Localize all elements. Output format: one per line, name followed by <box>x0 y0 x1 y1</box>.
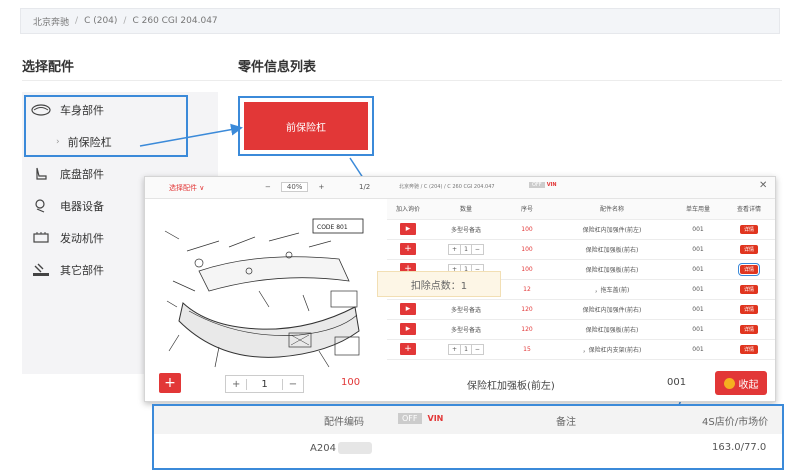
table-row[interactable]: ▸ 多型号备选 120 保险杠加强板(前右) 001 详情 <box>387 319 775 340</box>
column-header: 单车用量 <box>673 199 723 220</box>
usage-cell: 001 <box>673 319 723 340</box>
usage-cell: 001 <box>673 279 723 300</box>
part-name-cell: 保险杠内加强件(前右) <box>551 299 673 320</box>
seq-cell: 15 <box>503 339 551 360</box>
seq-cell: 100 <box>503 239 551 260</box>
table-row[interactable]: ▸ 多型号备选 120 保险杠内加强件(前右) 001 详情 <box>387 299 775 320</box>
part-name-cell: ，保险杠内支架(前右) <box>551 339 673 360</box>
column-header: 数量 <box>429 199 503 220</box>
seq-cell: 100 <box>503 219 551 240</box>
usage-cell: 001 <box>673 259 723 280</box>
seq-cell: 120 <box>503 299 551 320</box>
part-name-cell: 保险杠内加强件(前左) <box>551 219 673 240</box>
qty-cell: 多型号备选 <box>429 299 503 320</box>
quantity-stepper[interactable]: +1− <box>448 343 484 355</box>
detail-button[interactable]: 详情 <box>739 284 758 294</box>
decrease-button[interactable]: + <box>226 379 246 390</box>
usage-cell: 001 <box>673 299 723 320</box>
part-code-value: A204 <box>310 442 372 454</box>
usage-cell: 001 <box>673 339 723 360</box>
detail-button[interactable]: 详情 <box>739 324 758 334</box>
play-icon[interactable]: ▸ <box>400 323 416 335</box>
part-code-text: A204 <box>310 442 336 454</box>
toggle-off-label: OFF <box>398 413 422 424</box>
toggle-off-label: OFF <box>529 182 545 188</box>
panel-header <box>154 406 782 434</box>
part-detail-panel: 配件编码 OFF VIN 备注 4S店价/市场价 A204 163.0/77.0 <box>152 404 784 470</box>
quantity-stepper[interactable]: + 1 − <box>225 375 305 393</box>
price-value: 163.0/77.0 <box>712 442 767 453</box>
column-header: 查看详情 <box>723 199 775 220</box>
zoom-in-button[interactable]: + <box>318 183 324 191</box>
zoom-level[interactable]: 40% <box>280 182 309 192</box>
column-header: 加入询价 <box>387 199 429 220</box>
table-row[interactable]: ▸ 多型号备选 100 保险杠内加强件(前左) 001 详情 <box>387 219 775 240</box>
diagram-code-label: CODE 801 <box>317 224 348 231</box>
play-icon[interactable]: ▸ <box>400 223 416 235</box>
seq-cell: 120 <box>503 319 551 340</box>
table-row[interactable]: + +1− 100 保险杠加强板(前右) 001 详情 <box>387 239 775 260</box>
redacted-block <box>337 442 372 454</box>
part-name-cell: 保险杠加强板(前右) <box>551 239 673 260</box>
usage-cell: 001 <box>673 239 723 260</box>
coin-icon <box>723 377 735 389</box>
part-code-header: 配件编码 <box>324 417 364 428</box>
page-indicator: 1/2 <box>359 183 371 191</box>
price-header: 4S店价/市场价 <box>702 417 769 428</box>
column-header: 序号 <box>503 199 551 220</box>
detail-button[interactable]: 详情 <box>739 224 758 234</box>
zoom-out-button[interactable]: − <box>265 183 271 191</box>
detail-button[interactable]: 详情 <box>737 262 761 276</box>
qty-cell: 多型号备选 <box>429 319 503 340</box>
remark-header: 备注 <box>556 417 576 428</box>
part-name-cell: ，拖车盖(前) <box>551 279 673 300</box>
modal-breadcrumb: 北京奔驰 / C (204) / C 260 CGI 204.047 <box>399 184 495 190</box>
close-icon[interactable]: ✕ <box>759 180 767 191</box>
detail-button[interactable]: 详情 <box>739 344 758 354</box>
part-name-cell: 保险杠加强板(前右) <box>551 319 673 340</box>
footer-seq: 100 <box>341 377 361 388</box>
zoom-control: − 40% + <box>265 182 324 192</box>
add-icon[interactable]: + <box>400 343 416 355</box>
add-icon[interactable]: + <box>400 243 416 255</box>
column-header: 配件名称 <box>551 199 673 220</box>
parts-modal: 选择配件 ∨ − 40% + 1/2 北京奔驰 / C (204) / C 26… <box>144 176 776 402</box>
seq-cell: 100 <box>503 259 551 280</box>
quantity-stepper[interactable]: +1− <box>448 243 484 255</box>
collapse-label: 收起 <box>738 379 759 391</box>
vin-toggle[interactable]: OFF VIN <box>529 182 557 188</box>
table-row[interactable]: + +1− 15 ，保险杠内支架(前右) 001 详情 <box>387 339 775 360</box>
part-name-cell: 保险杠加强板(前右) <box>551 259 673 280</box>
vin-toggle[interactable]: OFF VIN <box>398 413 443 424</box>
detail-button[interactable]: 详情 <box>739 244 758 254</box>
detail-button[interactable]: 详情 <box>739 304 758 314</box>
add-part-button[interactable]: + <box>159 373 181 393</box>
footer-part-name: 保险杠加强板(前左) <box>467 381 555 392</box>
usage-cell: 001 <box>673 219 723 240</box>
points-toast: 扣除点数：1 <box>377 271 501 297</box>
play-icon[interactable]: ▸ <box>400 303 416 315</box>
qty-cell: 多型号备选 <box>429 219 503 240</box>
collapse-button[interactable]: 收起 <box>715 371 767 395</box>
toggle-vin-label: VIN <box>427 414 444 423</box>
increase-button[interactable]: − <box>283 379 303 390</box>
footer-usage: 001 <box>667 377 687 388</box>
table-header-row: 加入询价 数量 序号 配件名称 单车用量 查看详情 <box>387 199 775 220</box>
toggle-vin-label: VIN <box>546 182 557 188</box>
select-parts-dropdown[interactable]: 选择配件 ∨ <box>169 183 204 193</box>
quantity-value[interactable]: 1 <box>246 378 283 390</box>
parts-diagram[interactable]: CODE 801 <box>159 211 373 373</box>
seq-cell: 12 <box>503 279 551 300</box>
